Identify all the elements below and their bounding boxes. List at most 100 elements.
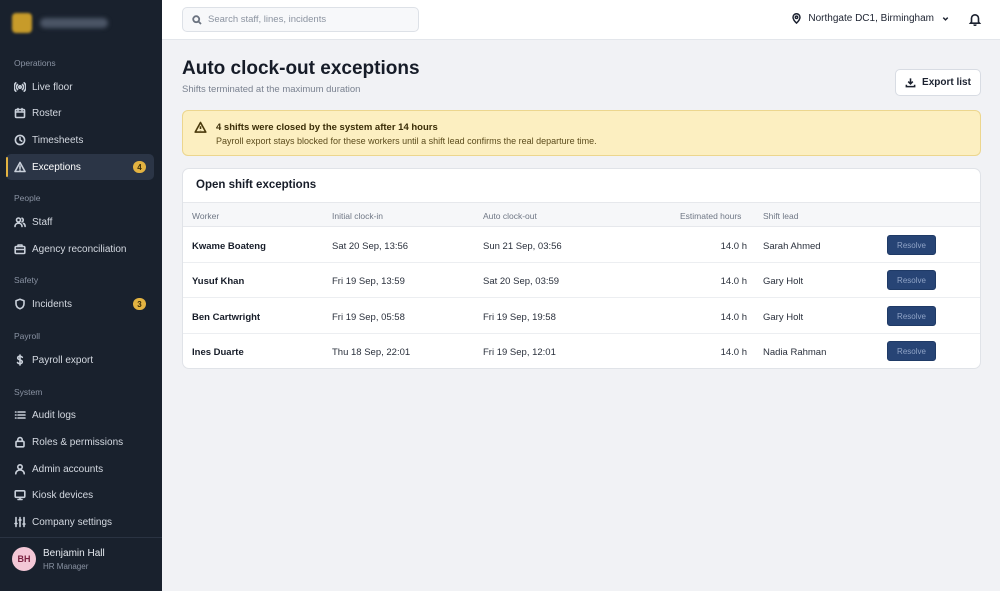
estimated-hours: 14.0 h — [720, 276, 747, 287]
clock-out-time: Sun 21 Sep, 03:56 — [483, 241, 562, 252]
brand-name-blurred — [40, 18, 108, 28]
notifications-button[interactable] — [968, 12, 982, 27]
estimated-hours: 14.0 h — [720, 312, 747, 323]
topbar: Northgate DC1, Birmingham — [162, 0, 1000, 40]
lock-icon — [14, 436, 26, 448]
incidents-count-badge: 3 — [133, 298, 146, 310]
table-title: Open shift exceptions — [196, 179, 317, 191]
table-row: Ben Cartwright Fri 19 Sep, 05:58 Fri 19 … — [183, 299, 980, 334]
sidebar-item-agency-reconciliation[interactable]: Agency reconciliation — [6, 236, 154, 262]
exceptions-table-card: Open shift exceptions Worker Initial clo… — [182, 168, 981, 369]
shield-icon — [14, 298, 26, 310]
users-icon — [14, 216, 26, 228]
user-role: HR Manager — [43, 562, 89, 571]
table-row: Ines Duarte Thu 18 Sep, 22:01 Fri 19 Sep… — [183, 334, 980, 368]
user-icon — [14, 463, 26, 475]
monitor-icon — [14, 489, 26, 501]
sidebar-item-label: Kiosk devices — [32, 489, 94, 501]
sidebar-item-label: Live floor — [32, 81, 73, 93]
clock-in-time: Fri 19 Sep, 13:59 — [332, 276, 405, 287]
section-safety: Safety — [14, 275, 39, 285]
header-hours: Estimated hours — [680, 211, 742, 221]
page-subtitle: Shifts terminated at the maximum duratio… — [182, 84, 361, 95]
sidebar-item-company-settings[interactable]: Company settings — [6, 509, 154, 535]
sidebar-item-audit-logs[interactable]: Audit logs — [6, 402, 154, 428]
download-icon — [905, 78, 916, 88]
logo-icon — [12, 13, 32, 33]
page-title: Auto clock-out exceptions — [182, 58, 420, 79]
user-profile[interactable]: BH Benjamin Hall HR Manager — [0, 537, 162, 591]
header-clock-in: Initial clock-in — [332, 211, 384, 221]
brand-logo[interactable] — [12, 12, 108, 34]
clock-in-time: Thu 18 Sep, 22:01 — [332, 347, 411, 358]
estimated-hours: 14.0 h — [720, 347, 747, 358]
shift-lead: Gary Holt — [763, 276, 804, 287]
header-worker: Worker — [192, 211, 220, 221]
clock-icon — [14, 134, 26, 146]
sidebar-item-admin-accounts[interactable]: Admin accounts — [6, 456, 154, 482]
sidebar-item-staff[interactable]: Staff — [6, 209, 154, 235]
clock-in-time: Sat 20 Sep, 13:56 — [332, 241, 409, 252]
table-row: Yusuf Khan Fri 19 Sep, 13:59 Sat 20 Sep,… — [183, 263, 980, 298]
sidebar-item-live-floor[interactable]: Live floor — [6, 74, 154, 100]
sidebar-item-label: Incidents — [32, 298, 73, 310]
sidebar-item-label: Company settings — [32, 516, 113, 528]
calendar-icon — [14, 107, 26, 119]
location-label: Northgate DC1, Birmingham — [808, 13, 934, 24]
worker-name: Ines Duarte — [192, 347, 244, 358]
sidebar-item-label: Audit logs — [32, 409, 76, 421]
sidebar-item-exceptions[interactable]: Exceptions 4 — [6, 154, 154, 180]
sidebar-item-label: Staff — [32, 216, 53, 228]
sliders-icon — [14, 516, 26, 528]
sidebar-item-label: Admin accounts — [32, 463, 104, 475]
resolve-button[interactable]: Resolve — [887, 341, 936, 361]
estimated-hours: 14.0 h — [720, 241, 747, 252]
resolve-button[interactable]: Resolve — [887, 306, 936, 326]
header-clock-out: Auto clock-out — [483, 211, 537, 221]
alert-title: 4 shifts were closed by the system after… — [216, 122, 438, 133]
table-header: Worker Initial clock-in Auto clock-out E… — [183, 202, 980, 227]
sidebar-item-payroll-export[interactable]: Payroll export — [6, 347, 154, 373]
sidebar-item-roles-permissions[interactable]: Roles & permissions — [6, 429, 154, 455]
location-selector[interactable]: Northgate DC1, Birmingham — [791, 13, 950, 24]
resolve-button[interactable]: Resolve — [887, 235, 936, 255]
sidebar-item-kiosk-devices[interactable]: Kiosk devices — [6, 482, 154, 508]
sidebar-item-label: Payroll export — [32, 354, 94, 366]
sidebar-item-label: Roster — [32, 107, 62, 119]
sidebar-item-roster[interactable]: Roster — [6, 100, 154, 126]
clock-out-time: Fri 19 Sep, 12:01 — [483, 347, 556, 358]
broadcast-icon — [14, 81, 26, 93]
alert-text: Payroll export stays blocked for these w… — [216, 136, 597, 146]
export-list-button[interactable]: Export list — [895, 69, 981, 96]
worker-name: Kwame Boateng — [192, 241, 266, 252]
section-system: System — [14, 387, 43, 397]
dollar-icon — [14, 354, 26, 366]
table-row: Kwame Boateng Sat 20 Sep, 13:56 Sun 21 S… — [183, 228, 980, 263]
resolve-button[interactable]: Resolve — [887, 270, 936, 290]
sidebar-item-timesheets[interactable]: Timesheets — [6, 127, 154, 153]
search-input[interactable] — [208, 14, 408, 25]
export-list-label: Export list — [922, 77, 971, 88]
sidebar-item-incidents[interactable]: Incidents 3 — [6, 291, 154, 317]
search-box[interactable] — [182, 7, 419, 32]
sidebar: Operations Live floor Roster Timesheets … — [0, 0, 162, 591]
warning-icon — [194, 121, 207, 134]
map-pin-icon — [792, 13, 802, 24]
sidebar-item-label: Roles & permissions — [32, 436, 124, 448]
exceptions-count-badge: 4 — [133, 161, 146, 173]
worker-name: Yusuf Khan — [192, 276, 245, 287]
clock-out-time: Sat 20 Sep, 03:59 — [483, 276, 560, 287]
sidebar-item-label: Agency reconciliation — [32, 243, 127, 255]
sidebar-item-label: Exceptions — [32, 161, 81, 173]
list-icon — [14, 409, 26, 421]
clock-out-time: Fri 19 Sep, 19:58 — [483, 312, 556, 323]
briefcase-icon — [14, 243, 26, 255]
section-payroll: Payroll — [14, 331, 40, 341]
search-icon — [192, 14, 202, 25]
user-name: Benjamin Hall — [43, 548, 105, 559]
warning-banner: 4 shifts were closed by the system after… — [182, 110, 981, 156]
header-shift-lead: Shift lead — [763, 211, 799, 221]
worker-name: Ben Cartwright — [192, 312, 261, 323]
sidebar-item-label: Timesheets — [32, 134, 84, 146]
clock-in-time: Fri 19 Sep, 05:58 — [332, 312, 405, 323]
